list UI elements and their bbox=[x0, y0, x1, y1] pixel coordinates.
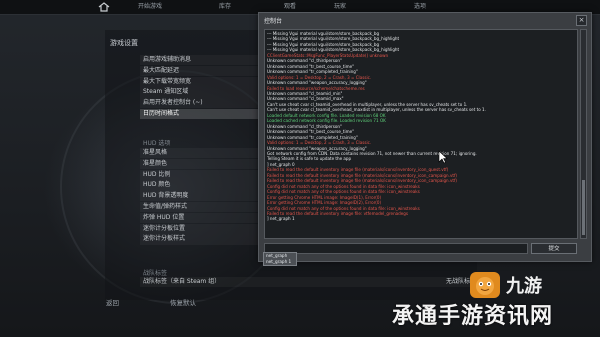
console-log: --- Missing Vgui material vgui/store/sto… bbox=[264, 29, 578, 239]
settings-list: 启用游戏辅助消息 最大匹配延迟 最大下载带宽频宽 Steam 通知区域 启用开发… bbox=[140, 55, 260, 120]
restore-defaults-button[interactable]: 恢复默认 bbox=[170, 297, 196, 307]
console-submit-button[interactable]: 提交 bbox=[531, 243, 577, 254]
home-icon[interactable] bbox=[98, 2, 110, 12]
setting-row[interactable]: 最大匹配延迟 bbox=[140, 65, 260, 77]
nav-inventory[interactable]: 库存 bbox=[195, 0, 255, 14]
hud-row[interactable]: 准星颜色 bbox=[140, 158, 260, 170]
setting-row[interactable]: 最大下载带宽频宽 bbox=[140, 76, 260, 87]
hud-row[interactable]: 迷你计分板位置 bbox=[140, 223, 260, 234]
back-button[interactable]: 返回 bbox=[106, 297, 119, 307]
console-title: 控制台 bbox=[264, 18, 283, 25]
hud-row[interactable]: 生命值/弹药样式 bbox=[140, 201, 260, 213]
mouse-cursor-icon bbox=[438, 150, 448, 164]
setting-row[interactable]: 启用游戏辅助消息 bbox=[140, 55, 260, 66]
console-scrollbar-thumb[interactable] bbox=[582, 180, 585, 235]
hud-row[interactable]: HUD 背景透明度 bbox=[140, 191, 260, 202]
console-close-button[interactable]: × bbox=[576, 15, 587, 26]
watermark-brand: 九游 bbox=[506, 276, 542, 297]
hud-row[interactable]: 准星风格 bbox=[140, 148, 260, 159]
settings-title: 游戏设置 bbox=[110, 39, 138, 47]
team-tag-row[interactable]: 战队标签（来自 Steam 组） 无战队标签 bbox=[140, 277, 480, 288]
console-window: 控制台 × --- Missing Vgui material vgui/sto… bbox=[258, 12, 592, 262]
setting-row-selected[interactable]: 日历时间格式 bbox=[140, 108, 260, 120]
watermark-logo-badge bbox=[470, 272, 500, 298]
setting-row[interactable]: 启用开发者控制台 (~) bbox=[140, 98, 260, 109]
hud-row[interactable]: 炸弹 HUD 位置 bbox=[140, 212, 260, 224]
team-tag-label: 战队标签（来自 Steam 组） bbox=[143, 278, 221, 285]
nav-play[interactable]: 开始游戏 bbox=[110, 0, 190, 14]
console-command-input[interactable] bbox=[264, 243, 528, 254]
autocomplete-dropdown: net_graph net_graph 1 bbox=[263, 252, 297, 266]
hud-row[interactable]: HUD 颜色 bbox=[140, 180, 260, 191]
team-settings-list: 战队标签（来自 Steam 组） 无战队标签 bbox=[140, 277, 480, 288]
watermark-slogan: 承通手游资讯网 bbox=[392, 304, 554, 329]
hud-settings-list: 准星风格 准星颜色 HUD 比例 HUD 颜色 HUD 背景透明度 生命值/弹药… bbox=[140, 148, 260, 245]
watermark-mascot-icon bbox=[476, 277, 494, 295]
team-section-heading: 战队标签 bbox=[143, 270, 168, 277]
setting-row[interactable]: Steam 通知区域 bbox=[140, 87, 260, 98]
hud-row[interactable]: 迷你计分板样式 bbox=[140, 234, 260, 245]
console-log-line: ] net_graph 1 bbox=[267, 216, 295, 222]
hud-row[interactable]: HUD 比例 bbox=[140, 169, 260, 180]
console-scrollbar[interactable] bbox=[580, 29, 587, 239]
hud-section-heading: HUD 选项 bbox=[143, 140, 171, 147]
autocomplete-item[interactable]: net_graph 1 bbox=[264, 259, 296, 265]
